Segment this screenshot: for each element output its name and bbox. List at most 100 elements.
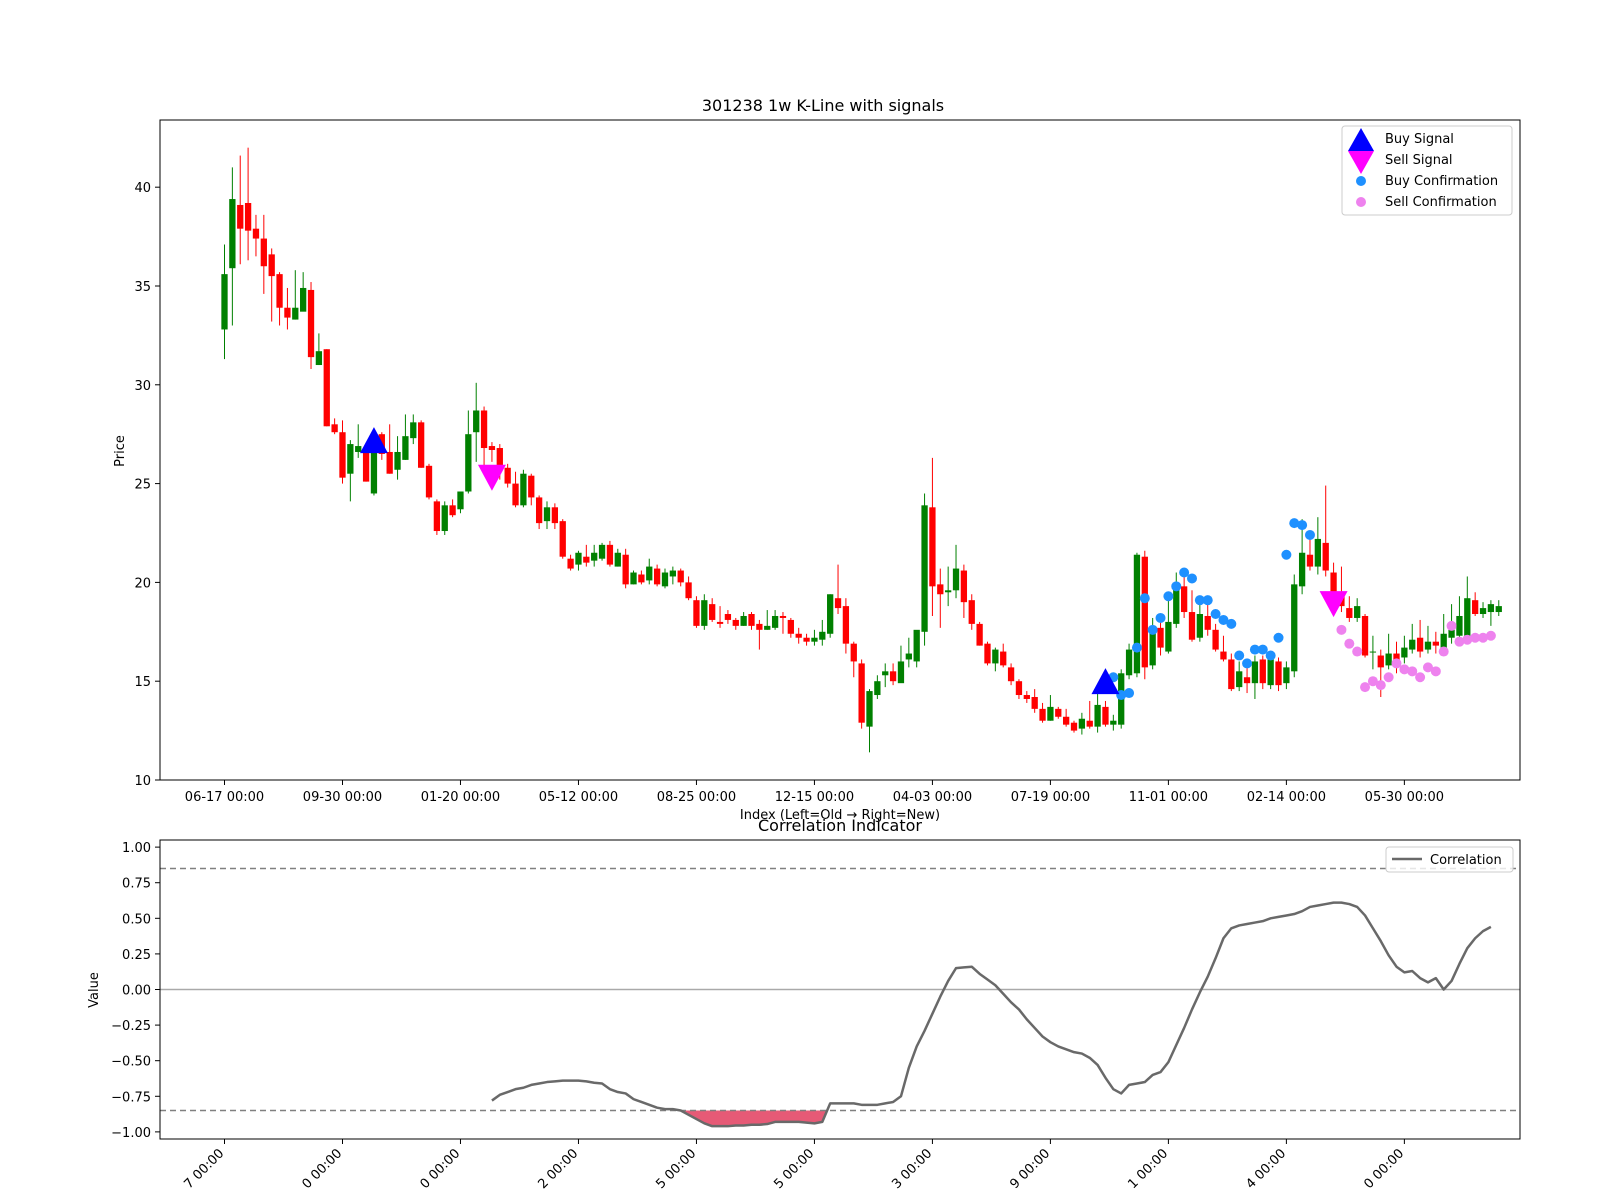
candle-body [567,558,574,569]
candle-body [598,544,606,559]
candle-body [622,554,629,585]
candle-body [512,483,519,506]
candle-body [1479,608,1487,615]
x-tick-label: 04-03 00:00 [893,790,972,805]
y-tick-label: −0.25 [111,1019,151,1034]
x-tick-label: 07-19 00:00 [1011,790,1090,805]
candle-body [1086,720,1093,727]
legend-label-correlation: Correlation [1430,853,1502,868]
candle-body [473,410,480,433]
candle-body [1236,671,1243,688]
candle-body [292,307,299,320]
candle-body [992,649,999,664]
candle-body [496,448,503,466]
candle-body [1110,720,1117,725]
candle-body [229,199,236,269]
candle-body [425,465,433,498]
candle-body [276,274,283,308]
y-tick-label: 20 [134,576,151,591]
candle-body [1212,629,1219,650]
candle-body [795,633,802,638]
candle-body [1330,572,1337,593]
candle-body [693,600,700,626]
candle-body [260,238,267,267]
candle-body [1424,641,1432,650]
candle-body [740,615,747,626]
y-tick-label: 0.50 [122,912,151,927]
candle-body [827,594,834,634]
candle-body [504,467,511,484]
buy-confirmation-point [1163,591,1174,602]
candle-body [1204,615,1211,630]
legend-label-sell-confirmation: Sell Confirmation [1385,195,1497,210]
candle-body [551,507,559,524]
candle-body [661,572,669,587]
candle-body [905,653,912,660]
y-tick-label: 15 [134,675,151,690]
candle-body [952,568,960,591]
candle-body [1401,647,1408,658]
candle-body [268,254,275,277]
y-tick-label: −0.50 [111,1055,151,1070]
candle-body [1377,655,1384,668]
sell-confirmation-point [1438,646,1449,657]
candle-body [1133,554,1141,674]
x-tick-label: 05-12 00:00 [539,790,618,805]
candle-body [1464,598,1471,636]
candle-body [315,351,323,366]
candle-body [307,289,315,358]
candle-body [960,570,968,603]
candle-body [1078,718,1086,729]
y-tick-label: 0.25 [122,948,151,963]
candle-body [1361,615,1369,656]
y-tick-label: 0.00 [122,984,151,999]
buy-confirmation-point [1171,581,1182,592]
candle-body [575,552,582,565]
candle-body [929,507,936,587]
candle-body [1039,708,1046,721]
candle-body [1306,554,1314,567]
candle-body [850,643,857,662]
candle-body [410,422,417,439]
candle-body [889,671,897,682]
y-tick-label: 0.75 [122,877,151,892]
candle-body [1000,651,1007,666]
sell-confirmation-point [1415,672,1426,683]
sell-confirmation-point [1375,680,1386,691]
buy-confirmation-point [1273,632,1284,643]
candle-body [897,661,905,684]
candle-body [803,637,810,642]
candle-body [1267,659,1274,686]
candle-body [834,598,842,609]
candle-body [1165,621,1172,652]
candle-body [819,631,826,640]
candle-body [646,566,653,581]
candle-body [1094,704,1101,727]
candle-body [331,424,338,433]
candle-body [787,619,794,634]
candle-body [1196,614,1204,638]
candle-body [756,623,763,630]
sell-confirmation-point [1485,630,1496,641]
candle-body [1180,586,1188,613]
candle-body [1409,639,1416,650]
candle-body [1448,629,1455,638]
candle-body [1125,649,1133,676]
candle-body [653,568,661,585]
x-tick-label: 08-25 00:00 [657,790,736,805]
candle-body [1062,716,1070,725]
sell-confirmation-point [1383,672,1394,683]
y-tick-label: 30 [134,379,151,394]
sell-confirmation-point [1344,638,1355,649]
candle-body [748,614,755,626]
candle-body [1259,659,1266,684]
candle-body [882,671,889,676]
buy-confirmation-point [1304,529,1315,540]
candle-body [1432,641,1439,646]
candle-body [362,451,370,482]
buy-confirmation-point [1124,688,1135,699]
y-tick-label: −1.00 [111,1126,151,1141]
candle-body [457,491,464,510]
candle-body [638,574,645,583]
candle-body [858,663,865,723]
